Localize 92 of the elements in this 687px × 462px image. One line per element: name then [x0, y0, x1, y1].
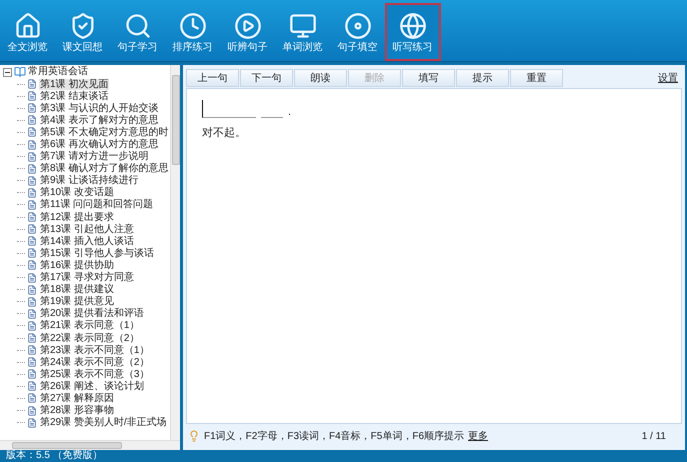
page-counter: 1 / 11	[642, 430, 666, 444]
document-icon	[27, 308, 37, 319]
clock-icon	[178, 12, 206, 40]
lesson-item[interactable]: 第22课 表示同意（2）	[39, 332, 140, 344]
document-icon	[27, 188, 37, 198]
globe-icon	[398, 12, 426, 40]
toolbar-text-button[interactable]: 重置	[510, 69, 563, 87]
lesson-item[interactable]: 第23课 表示不同意（1）	[39, 344, 150, 356]
document-icon	[27, 91, 37, 102]
document-icon	[27, 164, 37, 174]
lesson-item[interactable]: 第19课 提供意见	[39, 296, 115, 308]
document-icon	[27, 393, 37, 404]
document-icon	[27, 320, 37, 331]
house-icon	[14, 12, 42, 40]
vertical-scrollbar[interactable]	[170, 65, 180, 440]
toolbar-text-button[interactable]: 朗读	[294, 69, 347, 87]
lesson-item[interactable]: 第1课 初次见面	[39, 78, 110, 90]
punctuation: .	[288, 106, 292, 118]
toolbar-button[interactable]: 句子学习	[110, 3, 166, 61]
lesson-item[interactable]: 第26课 阐述、谈论计划	[39, 380, 145, 392]
toolbar-text-button[interactable]: 下一句	[240, 69, 293, 87]
hint-text: F1词义，F2字母，F3读词，F4音标，F5单词，F6顺序提示	[204, 430, 464, 444]
more-link[interactable]: 更多	[468, 428, 488, 444]
lesson-item[interactable]: 第13课 引起他人注意	[39, 224, 135, 235]
document-icon	[27, 200, 37, 210]
lesson-item[interactable]: 第9课 让谈话持续进行	[39, 175, 140, 186]
document-icon	[27, 381, 37, 392]
toolbar-button[interactable]: 听写练习	[384, 3, 440, 61]
document-icon	[27, 224, 37, 234]
toolbar-text-button[interactable]: 填写	[402, 69, 455, 87]
lesson-item[interactable]: 第3课 与认识的人开始交谈	[39, 102, 160, 114]
document-icon	[27, 103, 37, 114]
document-icon	[27, 140, 37, 150]
lesson-item[interactable]: 第15课 引导他人参与谈话	[39, 248, 155, 259]
document-icon	[27, 248, 37, 258]
horizontal-scrollbar[interactable]	[0, 440, 180, 450]
disc-icon	[344, 12, 372, 40]
lesson-item[interactable]: 第20课 提供看法和评语	[39, 308, 145, 320]
document-icon	[27, 152, 37, 162]
document-icon	[27, 127, 37, 138]
toolbar-button[interactable]: 排序练习	[164, 3, 220, 61]
fill-in-line[interactable]	[202, 100, 256, 118]
collapse-toggle[interactable]	[3, 68, 12, 76]
document-icon	[27, 260, 37, 270]
document-icon	[27, 406, 37, 416]
lesson-item[interactable]: 第2课 结束谈话	[39, 90, 110, 102]
play-circle-icon	[234, 12, 262, 40]
toolbar-button[interactable]: 课文回想	[54, 3, 110, 61]
document-icon	[27, 418, 37, 428]
toolbar-button[interactable]: 单词浏览	[274, 3, 330, 61]
lesson-item[interactable]: 第21课 表示同意（1）	[39, 320, 140, 332]
document-icon	[27, 212, 37, 222]
lesson-item[interactable]: 第5课 不太确定对方意思的时	[39, 126, 170, 138]
search-icon	[124, 12, 152, 40]
lesson-item[interactable]: 第11课 问问题和回答问题	[39, 199, 154, 210]
settings-link[interactable]: 设置	[658, 70, 678, 86]
monitor-icon	[288, 12, 316, 40]
lesson-item[interactable]: 第8课 确认对方了解你的意思	[39, 163, 170, 174]
lesson-item[interactable]: 第10课 改变话题	[39, 187, 115, 198]
document-icon	[27, 357, 37, 368]
document-icon	[27, 369, 37, 380]
toolbar-text-button[interactable]: 提示	[456, 69, 509, 87]
lesson-item[interactable]: 第28课 形容事物	[39, 405, 115, 416]
hint-icon	[188, 430, 200, 442]
translation-text: 对不起。	[202, 126, 247, 140]
document-icon	[27, 272, 37, 283]
lesson-item[interactable]: 第4课 表示了解对方的意思	[39, 114, 160, 126]
lesson-item[interactable]: 第29课 赞美别人时/非正式场	[39, 417, 168, 428]
lesson-item[interactable]: 第17课 寻求对方同意	[39, 272, 135, 284]
lesson-item[interactable]: 第14课 插入他人谈话	[39, 236, 135, 247]
lesson-item[interactable]: 第12课 提出要求	[39, 212, 115, 223]
tree-root-label[interactable]: 常用英语会话	[28, 66, 88, 78]
document-icon	[27, 176, 37, 186]
document-icon	[27, 296, 37, 307]
lesson-item[interactable]: 第6课 再次确认对方的意思	[39, 139, 160, 150]
document-icon	[27, 345, 37, 356]
lesson-item[interactable]: 第25课 表示不同意（3）	[39, 368, 150, 380]
lesson-item[interactable]: 第7课 请对方进一步说明	[39, 151, 150, 162]
lesson-item[interactable]: 第16课 提供协助	[39, 260, 115, 271]
book-icon	[14, 66, 26, 78]
document-icon	[27, 284, 37, 295]
document-icon	[27, 333, 37, 344]
toolbar-button[interactable]: 听辨句子	[220, 3, 276, 61]
lesson-item[interactable]: 第18课 提供建议	[39, 284, 115, 296]
toolbar-button[interactable]: 全文浏览	[0, 3, 56, 61]
document-icon	[27, 115, 37, 126]
document-icon	[27, 236, 37, 246]
toolbar-text-button[interactable]: 上一句	[186, 69, 239, 87]
lesson-item[interactable]: 第27课 解释原因	[39, 392, 115, 404]
toolbar-button[interactable]: 句子填空	[330, 3, 386, 61]
lesson-item[interactable]: 第24课 表示不同意（2）	[39, 356, 150, 368]
document-icon	[27, 79, 37, 90]
